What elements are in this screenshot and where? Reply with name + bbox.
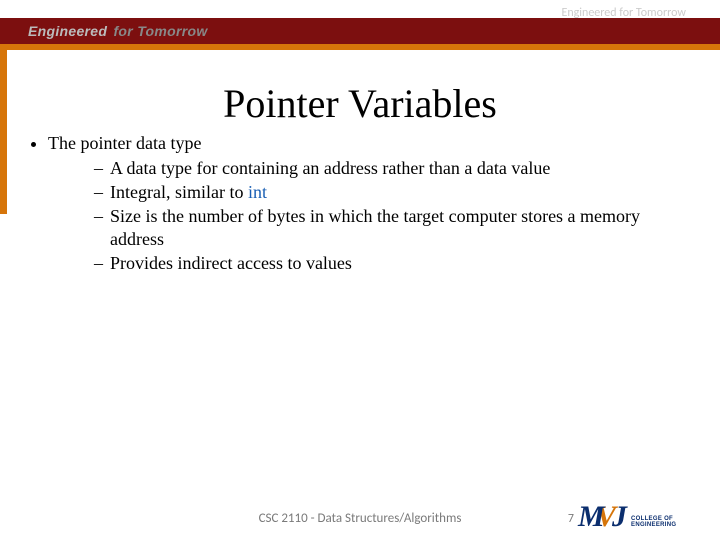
header-band-text-1: Engineered: [28, 23, 107, 39]
logo-letter-j: J: [612, 502, 627, 532]
slide: Engineered for Tomorrow Engineered for T…: [0, 0, 720, 540]
slide-body: The pointer data type A data type for co…: [30, 132, 690, 276]
footer-page-number: 7: [568, 512, 574, 526]
college-logo: M V J COLLEGE OF ENGINEERING: [596, 492, 706, 532]
bullet-item: Size is the number of bytes in which the…: [94, 205, 690, 251]
bullet-item: Provides indirect access to values: [94, 252, 690, 275]
tagline-overlay: Engineered for Tomorrow: [561, 6, 686, 20]
bullet-text: Integral, similar to: [110, 182, 248, 202]
bullet-text: The pointer data type: [48, 133, 201, 153]
header-band-text-2: for Tomorrow: [113, 23, 207, 39]
bullet-text: Provides indirect access to values: [110, 253, 352, 273]
bullet-list-level2: A data type for containing an address ra…: [94, 157, 690, 275]
header-band-text: Engineered for Tomorrow: [28, 23, 208, 39]
left-rail: [0, 44, 7, 214]
logo-caption: COLLEGE OF ENGINEERING: [631, 516, 676, 528]
bullet-text: Size is the number of bytes in which the…: [110, 206, 640, 249]
bullet-item: A data type for containing an address ra…: [94, 157, 690, 180]
header-band-red: Engineered for Tomorrow: [0, 18, 720, 44]
logo-caption-line2: ENGINEERING: [631, 522, 676, 528]
bullet-text: A data type for containing an address ra…: [110, 158, 550, 178]
slide-title: Pointer Variables: [0, 80, 720, 127]
keyword-int: int: [248, 182, 267, 202]
top-bar: Engineered for Tomorrow Engineered for T…: [0, 0, 720, 52]
logo-letter-m: M: [578, 502, 605, 532]
bullet-list-level1: The pointer data type A data type for co…: [48, 132, 690, 275]
bullet-item: Integral, similar to int: [94, 181, 690, 204]
header-band-orange: [0, 44, 720, 50]
bullet-item: The pointer data type A data type for co…: [48, 132, 690, 275]
